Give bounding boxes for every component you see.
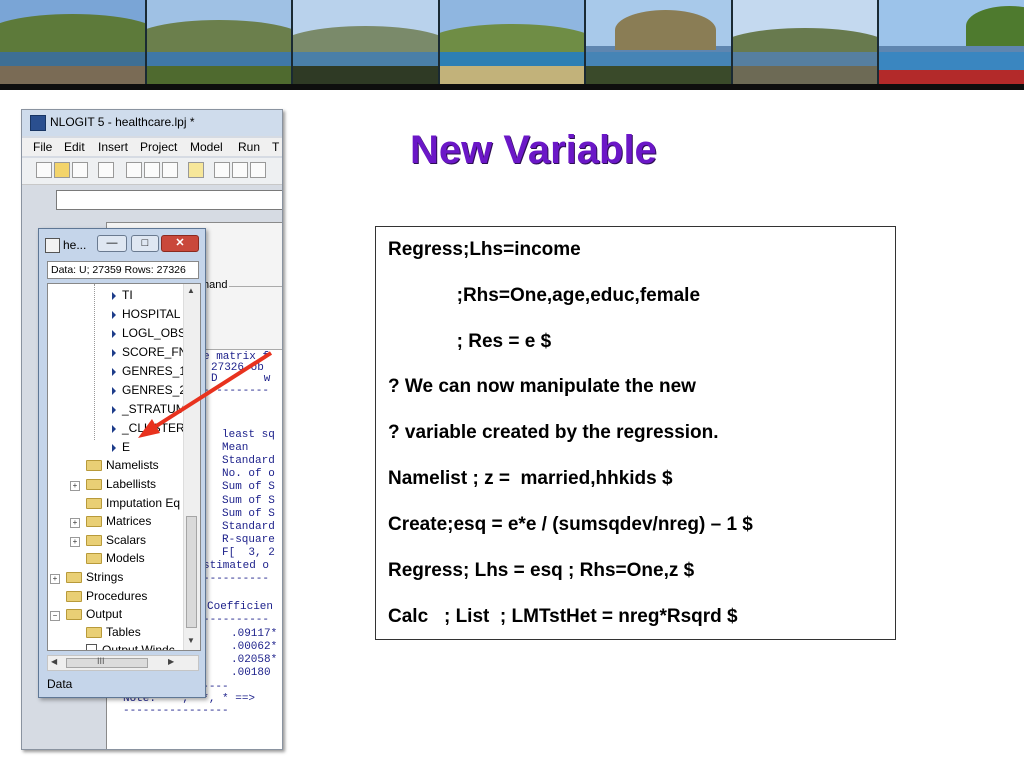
annotation-arrow <box>138 351 273 438</box>
arrow-head <box>138 419 160 438</box>
arrow-line <box>148 351 273 432</box>
